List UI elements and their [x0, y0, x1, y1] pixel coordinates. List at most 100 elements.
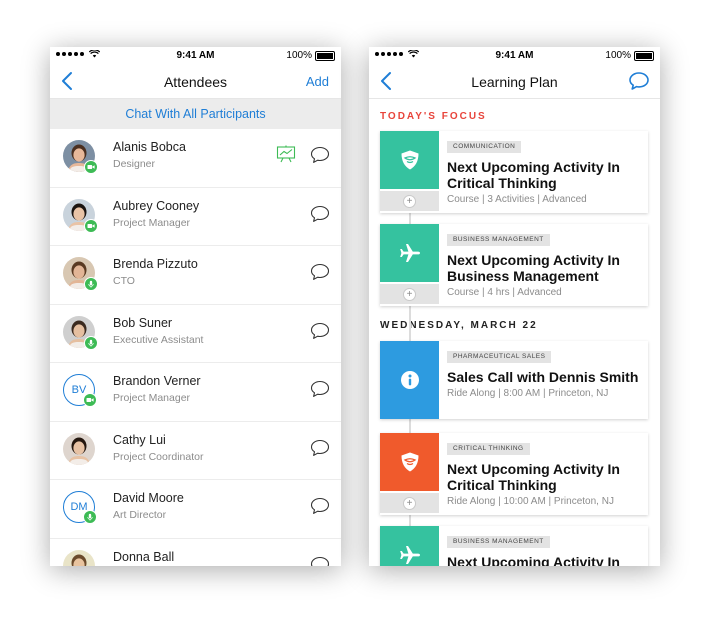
add-button[interactable]: Add — [306, 74, 329, 89]
plus-icon: + — [403, 287, 416, 301]
chat-bubble-icon[interactable] — [310, 556, 330, 566]
attendee-role: Project Manager — [113, 392, 191, 404]
date-section-label: WEDNESDAY, MARCH 22 — [380, 320, 538, 331]
airplane-icon — [380, 526, 439, 566]
attendee-name: Donna Ball — [113, 549, 175, 564]
attendee-row[interactable]: Bob Suner Executive Assistant — [50, 305, 341, 363]
attendee-row[interactable]: Aubrey Cooney Project Manager — [50, 188, 341, 246]
chat-all-participants-button[interactable]: Chat With All Participants — [50, 99, 341, 129]
airplane-icon — [380, 224, 439, 282]
activity-meta: Ride Along | 10:00 AM | Princeton, NJ — [447, 496, 614, 507]
category-tag: BUSINESS MANAGEMENT — [447, 234, 550, 246]
timeline-connector — [409, 515, 411, 526]
chat-bubble-icon[interactable] — [310, 439, 330, 457]
microphone-icon — [84, 335, 98, 350]
chat-bubble-icon[interactable] — [310, 322, 330, 340]
shield-icon — [380, 131, 439, 189]
status-bar: 9:41 AM 100% — [50, 47, 341, 65]
shield-icon — [380, 433, 439, 491]
attendees-screen: 9:41 AM 100% Attendees Add Chat With All… — [50, 47, 341, 566]
activity-title: Next Upcoming Activity In Critical Think… — [447, 159, 620, 191]
page-title: Attendees — [163, 74, 228, 90]
attendee-name: Alanis Bobca — [113, 140, 186, 154]
avatar-initials: BV — [63, 374, 97, 407]
attendee-role: Project Manager — [113, 216, 191, 229]
microphone-icon — [84, 277, 98, 291]
chat-bubble-icon[interactable] — [310, 205, 330, 223]
attendee-row[interactable]: DM David Moore Art Director — [50, 480, 341, 539]
chat-bubble-icon[interactable] — [310, 380, 330, 398]
activity-title: Next Upcoming Activity In — [447, 554, 620, 566]
attendee-row[interactable]: BV Brandon Verner Project Manager — [50, 363, 341, 422]
activity-card[interactable]: BUSINESS MANAGEMENT Next Upcoming Activit… — [380, 526, 648, 566]
microphone-icon — [83, 510, 97, 524]
battery-icon — [634, 50, 654, 61]
attendee-name: Brandon Verner — [113, 374, 201, 388]
avatar — [63, 315, 98, 350]
nav-bar: Learning Plan — [369, 65, 660, 99]
activity-meta: Ride Along | 8:00 AM | Princeton, NJ — [447, 388, 609, 399]
category-tag: CRITICAL THINKING — [447, 443, 530, 455]
attendee-role: Designer — [113, 158, 156, 170]
presentation-icon — [276, 145, 296, 163]
nav-bar: Attendees Add — [50, 65, 341, 99]
battery-icon — [315, 50, 335, 61]
activity-title: Next Upcoming Activity In Critical Think… — [447, 461, 620, 493]
video-camera-icon — [83, 393, 97, 407]
avatar — [63, 140, 98, 174]
battery-indicator: 100% — [286, 50, 335, 61]
battery-percent: 100% — [605, 50, 631, 61]
video-camera-icon — [84, 218, 98, 233]
avatar — [63, 198, 98, 233]
avatar — [63, 257, 98, 291]
chat-bubble-icon[interactable] — [310, 497, 330, 515]
attendee-row[interactable]: Cathy Lui Project Coordinator — [50, 422, 341, 480]
chat-bubble-icon[interactable] — [310, 146, 330, 164]
attendee-name: Brenda Pizzuto — [113, 257, 198, 271]
avatar — [63, 549, 95, 566]
activity-card[interactable]: PHARMACEUTICAL SALES Sales Call with Denn… — [380, 341, 648, 419]
info-icon — [380, 341, 439, 419]
page-title: Learning Plan — [471, 74, 558, 90]
attendee-name: Cathy Lui — [113, 432, 166, 447]
add-activity-button[interactable]: + — [380, 191, 439, 211]
learning-plan-screen: 9:41 AM 100% Learning Plan TODAY'S FOCUS… — [369, 47, 660, 566]
attendee-name: Bob Suner — [113, 315, 173, 330]
attendee-name: Aubrey Cooney — [113, 198, 200, 213]
attendee-list: Alanis Bobca Designer Aubrey Cooney Project… — [50, 129, 341, 566]
battery-indicator: 100% — [605, 50, 654, 61]
avatar — [63, 432, 95, 465]
activity-card[interactable]: + COMMUNICATION Next Upcoming Activity In … — [380, 131, 648, 213]
attendee-role: Executive Assistant — [113, 333, 204, 346]
todays-focus-label: TODAY'S FOCUS — [380, 111, 487, 122]
chat-bubble-icon[interactable] — [310, 263, 330, 281]
activity-meta: Course | 3 Activities | Advanced — [447, 194, 587, 205]
activity-meta: Course | 4 hrs | Advanced — [447, 287, 562, 298]
chat-bubble-icon[interactable] — [628, 71, 650, 91]
activity-card[interactable]: + CRITICAL THINKING Next Upcoming Activity… — [380, 433, 648, 515]
plus-icon: + — [403, 194, 416, 208]
attendee-row[interactable]: Brenda Pizzuto CTO — [50, 246, 341, 305]
timeline-connector — [409, 419, 411, 433]
avatar-initials: DM — [63, 491, 97, 524]
activity-title: Next Upcoming Activity In Business Manag… — [447, 252, 620, 284]
add-activity-button[interactable]: + — [380, 493, 439, 513]
attendee-row[interactable]: Donna BallCEO, President — [50, 539, 341, 566]
video-camera-icon — [84, 160, 98, 174]
timeline-connector — [409, 306, 411, 341]
category-tag: BUSINESS MANAGEMENT — [447, 536, 550, 548]
attendee-role: CTO — [113, 275, 135, 287]
attendee-role: Art Director — [113, 509, 167, 521]
status-bar: 9:41 AM 100% — [369, 47, 660, 65]
attendee-role: Project Coordinator — [113, 450, 204, 463]
plus-icon: + — [403, 496, 416, 510]
activity-title: Sales Call with Dennis Smith — [447, 369, 639, 385]
category-tag: PHARMACEUTICAL SALES — [447, 351, 552, 363]
attendee-row[interactable]: Alanis Bobca Designer — [50, 129, 341, 188]
add-activity-button[interactable]: + — [380, 284, 439, 304]
activity-card[interactable]: + BUSINESS MANAGEMENT Next Upcoming Activi… — [380, 224, 648, 306]
battery-percent: 100% — [286, 50, 312, 61]
attendee-name: David Moore — [113, 491, 184, 505]
timeline-connector — [409, 213, 411, 224]
category-tag: COMMUNICATION — [447, 141, 522, 153]
